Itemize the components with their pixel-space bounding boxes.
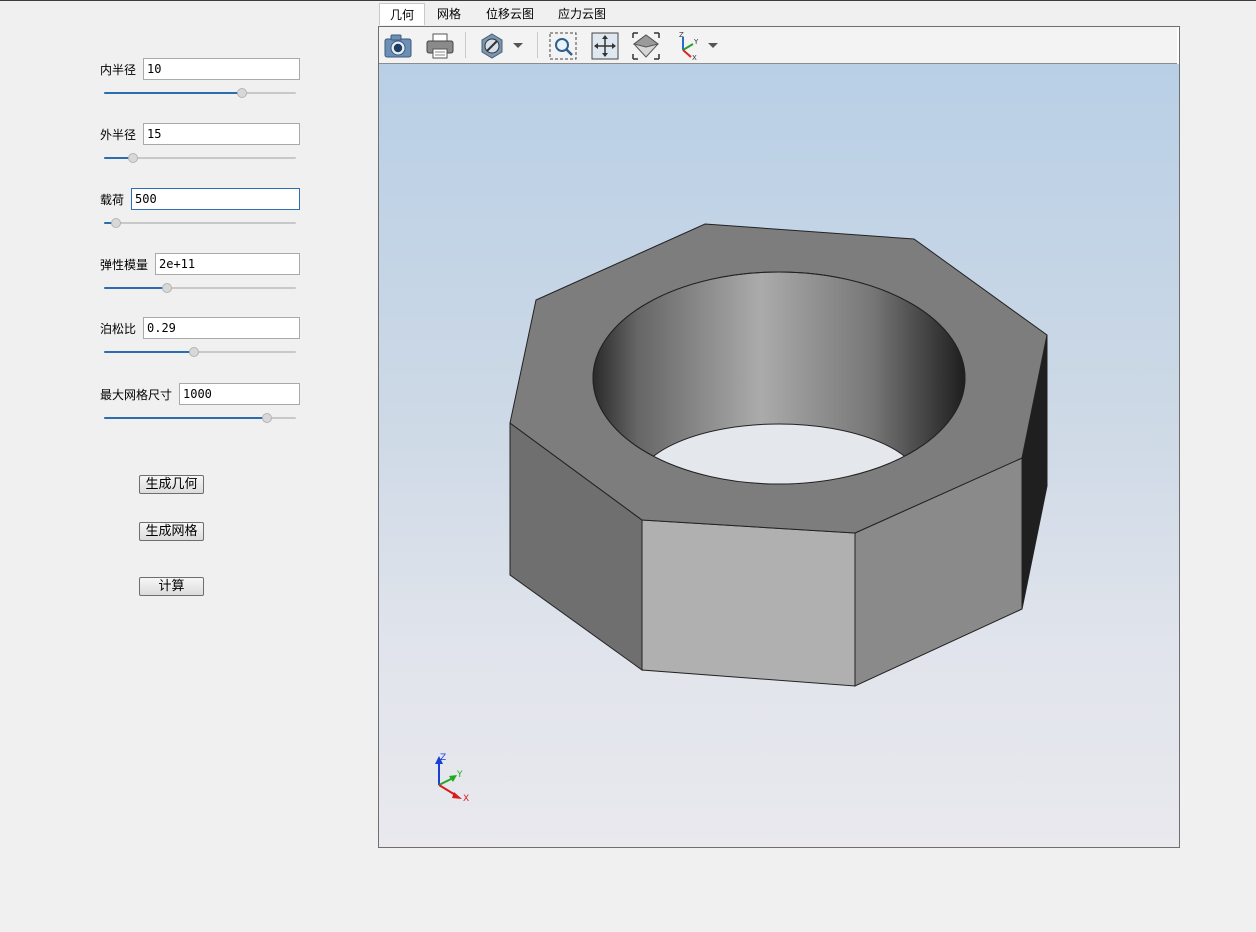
outer-radius-input[interactable] bbox=[143, 123, 300, 145]
x-axis-label: X bbox=[463, 794, 469, 804]
view-axes-icon[interactable]: Z Y X bbox=[671, 30, 703, 62]
elastic-modulus-label: 弹性模量 bbox=[100, 258, 149, 272]
slider-thumb[interactable] bbox=[162, 283, 172, 293]
svg-text:Z: Z bbox=[679, 31, 684, 39]
toolbar-separator bbox=[537, 32, 538, 58]
tab-stress-contour[interactable]: 应力云图 bbox=[552, 3, 612, 25]
slider-thumb[interactable] bbox=[111, 218, 121, 228]
inner-radius-input[interactable] bbox=[143, 58, 300, 80]
chevron-down-icon[interactable] bbox=[707, 40, 719, 50]
outer-radius-label: 外半径 bbox=[100, 128, 137, 142]
poisson-ratio-slider[interactable] bbox=[104, 346, 296, 358]
hex-nut-model: Z Y X bbox=[435, 223, 1048, 804]
load-input[interactable] bbox=[131, 188, 300, 210]
max-mesh-size-input[interactable] bbox=[179, 383, 300, 405]
nut-front-face bbox=[641, 519, 856, 687]
tab-geometry[interactable]: 几何 bbox=[379, 3, 425, 25]
camera-icon[interactable] bbox=[382, 30, 414, 62]
max-mesh-size-slider[interactable] bbox=[104, 412, 296, 424]
y-axis bbox=[438, 777, 454, 786]
print-icon[interactable] bbox=[424, 30, 456, 62]
max-mesh-size-label: 最大网格尺寸 bbox=[100, 388, 173, 402]
view-iso-icon[interactable] bbox=[630, 30, 662, 62]
axis-triad: Z Y X bbox=[435, 753, 469, 804]
load-slider[interactable] bbox=[104, 217, 296, 229]
tab-mesh[interactable]: 网格 bbox=[430, 3, 468, 25]
slider-fill bbox=[104, 287, 167, 289]
generate-geometry-button[interactable]: 生成几何 bbox=[139, 475, 204, 494]
slider-track bbox=[104, 222, 296, 224]
display-mode-icon[interactable] bbox=[476, 30, 508, 62]
outer-radius-slider[interactable] bbox=[104, 152, 296, 164]
elastic-modulus-input[interactable] bbox=[155, 253, 300, 275]
svg-text:X: X bbox=[692, 54, 697, 62]
tab-displacement-contour[interactable]: 位移云图 bbox=[480, 3, 540, 25]
slider-thumb[interactable] bbox=[237, 88, 247, 98]
poisson-ratio-label: 泊松比 bbox=[100, 322, 137, 336]
chevron-down-icon[interactable] bbox=[512, 40, 524, 50]
3d-viewport[interactable]: Z Y X bbox=[379, 64, 1179, 847]
svg-text:Y: Y bbox=[693, 38, 699, 46]
elastic-modulus-slider[interactable] bbox=[104, 282, 296, 294]
z-axis-label: Z bbox=[440, 753, 446, 763]
load-label: 载荷 bbox=[100, 193, 125, 207]
slider-fill bbox=[104, 92, 242, 94]
window-top-border bbox=[0, 0, 1256, 1]
generate-mesh-button[interactable]: 生成网格 bbox=[139, 522, 204, 541]
slider-thumb[interactable] bbox=[262, 413, 272, 423]
slider-fill bbox=[104, 417, 267, 419]
compute-button[interactable]: 计算 bbox=[139, 577, 204, 596]
viewer-toolbar: Z Y X bbox=[379, 27, 1177, 64]
y-axis-label: Y bbox=[456, 770, 463, 780]
slider-thumb[interactable] bbox=[128, 153, 138, 163]
inner-radius-slider[interactable] bbox=[104, 87, 296, 99]
poisson-ratio-input[interactable] bbox=[143, 317, 300, 339]
slider-thumb[interactable] bbox=[189, 347, 199, 357]
slider-fill bbox=[104, 351, 194, 353]
zoom-window-icon[interactable] bbox=[547, 30, 579, 62]
toolbar-separator bbox=[465, 32, 466, 58]
inner-radius-label: 内半径 bbox=[100, 63, 137, 77]
fit-all-icon[interactable] bbox=[589, 30, 621, 62]
